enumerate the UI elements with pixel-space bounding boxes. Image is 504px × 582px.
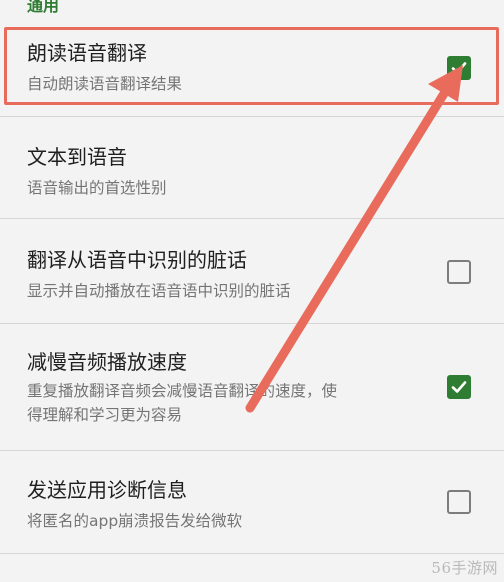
setting-title: 翻译从语音中识别的脏话 bbox=[27, 248, 247, 272]
profanity-checkbox[interactable] bbox=[447, 260, 471, 284]
setting-send-diagnostics[interactable]: 发送应用诊断信息 将匿名的app崩溃报告发给微软 bbox=[0, 477, 504, 539]
diagnostics-checkbox[interactable] bbox=[447, 490, 471, 514]
setting-title: 朗读语音翻译 bbox=[27, 41, 147, 65]
read-translation-checkbox[interactable] bbox=[447, 56, 471, 80]
check-icon bbox=[451, 62, 467, 74]
setting-title: 文本到语音 bbox=[27, 145, 127, 169]
setting-summary-line2: 得理解和学习更为容易 bbox=[27, 406, 183, 424]
setting-translate-profanity[interactable]: 翻译从语音中识别的脏话 显示并自动播放在语音语中识别的脏话 bbox=[0, 247, 504, 309]
check-icon bbox=[451, 381, 467, 393]
setting-summary-line1: 重复播放翻译音频会减慢语音翻译的速度，使 bbox=[27, 382, 338, 400]
divider bbox=[0, 553, 504, 554]
divider bbox=[0, 450, 504, 451]
section-header-general: 通用 bbox=[27, 0, 60, 15]
setting-title: 减慢音频播放速度 bbox=[27, 350, 187, 374]
setting-summary: 显示并自动播放在语音语中识别的脏话 bbox=[27, 282, 291, 300]
setting-slow-playback[interactable]: 减慢音频播放速度 重复播放翻译音频会减慢语音翻译的速度，使 得理解和学习更为容易 bbox=[0, 349, 504, 435]
divider bbox=[0, 116, 504, 117]
setting-read-translation[interactable]: 朗读语音翻译 自动朗读语音翻译结果 bbox=[0, 40, 504, 110]
divider bbox=[0, 323, 504, 324]
setting-title: 发送应用诊断信息 bbox=[27, 478, 187, 502]
setting-summary: 将匿名的app崩溃报告发给微软 bbox=[27, 512, 243, 530]
divider bbox=[0, 218, 504, 219]
setting-text-to-speech[interactable]: 文本到语音 语音输出的首选性别 bbox=[0, 144, 504, 206]
setting-summary: 语音输出的首选性别 bbox=[27, 179, 167, 197]
slow-playback-checkbox[interactable] bbox=[447, 375, 471, 399]
watermark-logo: 56手游网 bbox=[431, 559, 498, 577]
settings-screen: 通用 朗读语音翻译 自动朗读语音翻译结果 文本到语音 语音输出的首选性别 翻译从… bbox=[0, 0, 504, 582]
setting-summary: 自动朗读语音翻译结果 bbox=[27, 75, 183, 93]
